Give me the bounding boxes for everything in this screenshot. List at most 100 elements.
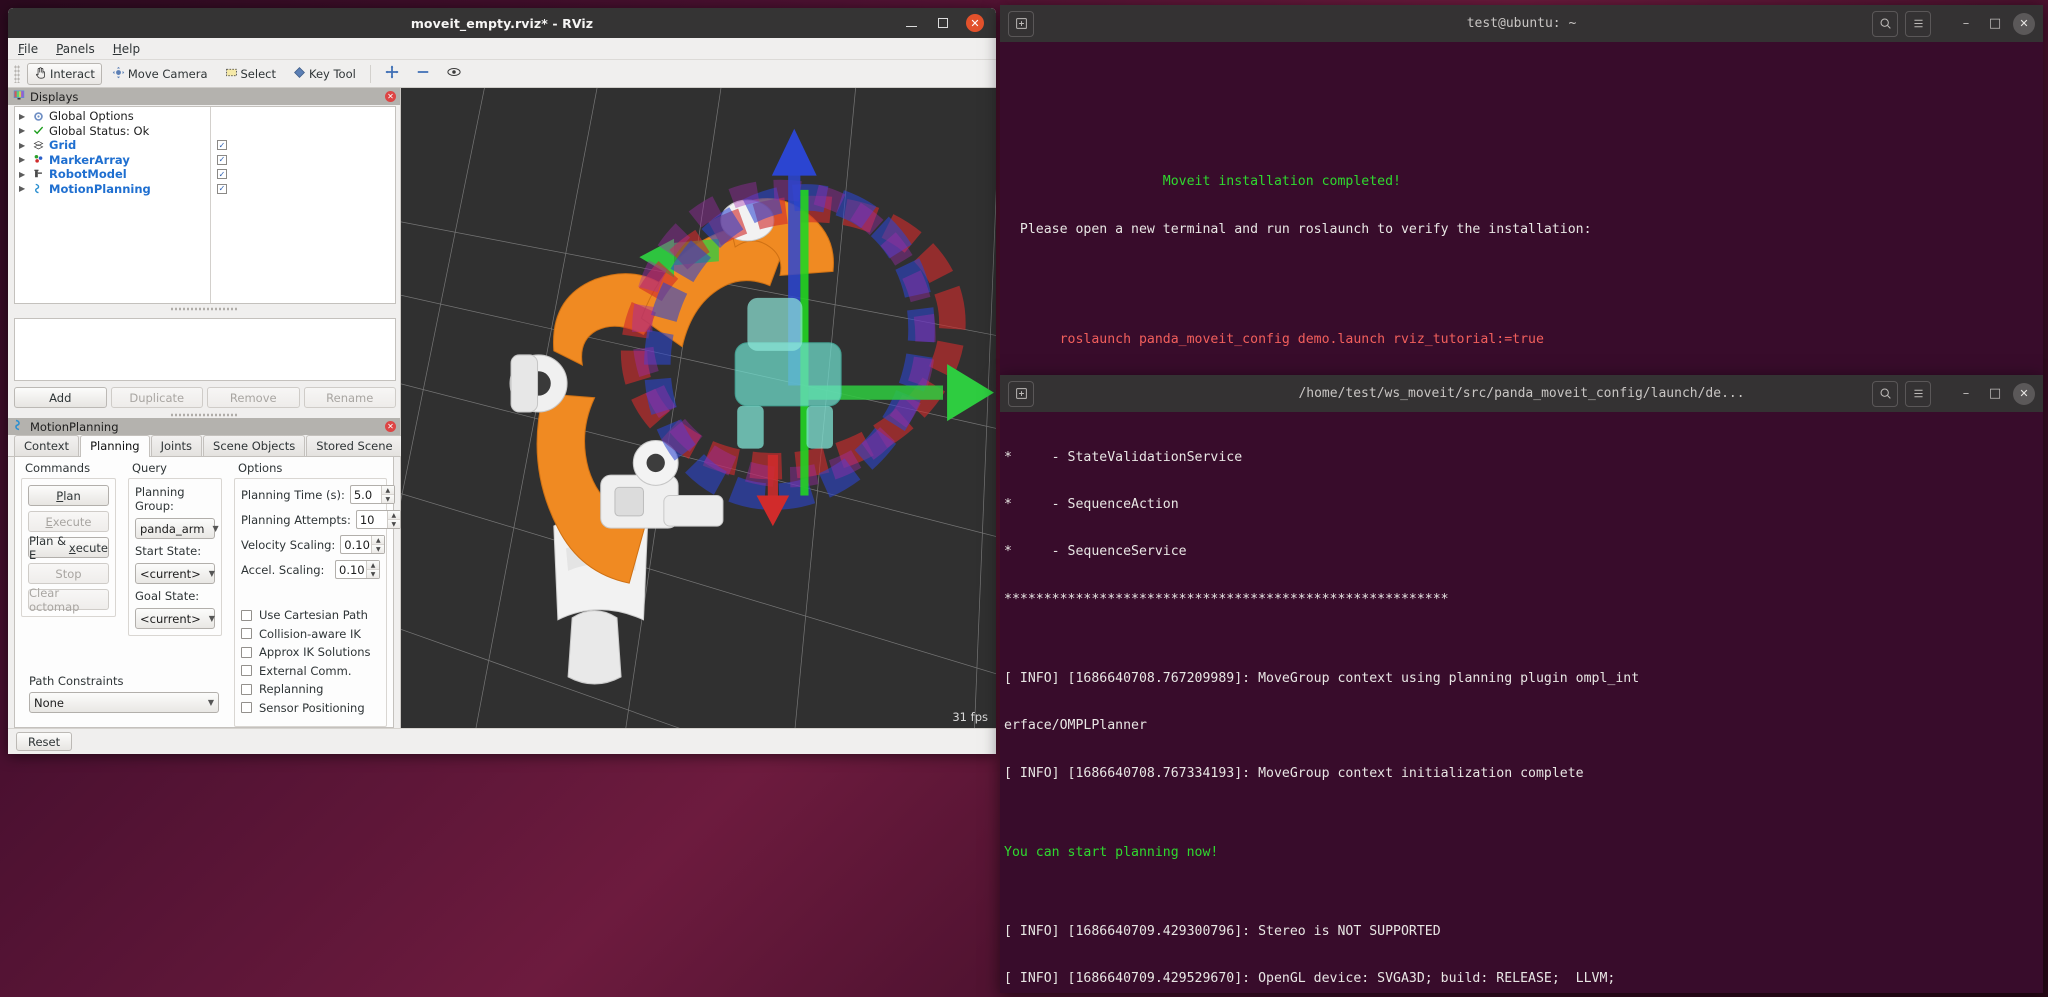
spinner-down-icon[interactable]: ▼: [367, 570, 379, 578]
hamburger-icon[interactable]: [1905, 10, 1931, 37]
planning-time-value[interactable]: 5.0: [351, 486, 381, 503]
expand-triangle-icon[interactable]: ▶: [19, 141, 28, 150]
add-button[interactable]: Add: [14, 387, 107, 408]
clear-octomap-button[interactable]: Clear octomap: [28, 586, 109, 614]
terminal-bottom-maximize-button[interactable]: □: [1984, 383, 2006, 405]
expand-triangle-icon[interactable]: ▶: [19, 170, 28, 179]
external-comm-checkbox[interactable]: [241, 665, 252, 677]
tool-key[interactable]: Key Tool: [286, 63, 363, 85]
terminal-top-output[interactable]: Moveit installation completed! Please op…: [1000, 42, 2043, 377]
tool-measure[interactable]: [409, 62, 437, 85]
menu-panels[interactable]: Panels: [56, 42, 95, 56]
hamburger-icon[interactable]: [1905, 380, 1931, 407]
spinner-down-icon[interactable]: ▼: [381, 495, 394, 503]
tree-item-global-status[interactable]: ▶ Global Status: Ok: [15, 124, 210, 139]
use-cartesian-path-checkbox[interactable]: [241, 609, 252, 621]
tab-context[interactable]: Context: [14, 435, 80, 456]
close-button[interactable]: ✕: [966, 14, 984, 32]
tree-value-row[interactable]: ✓: [211, 182, 395, 197]
accel-scaling-spinner[interactable]: 0.10 ▲ ▼: [335, 560, 380, 579]
tree-value-row[interactable]: ✓: [211, 153, 395, 168]
terminal-bottom-output[interactable]: * - StateValidationService * - SequenceA…: [1000, 412, 2043, 993]
goal-state-select[interactable]: <current> ▼: [135, 608, 215, 629]
rename-button[interactable]: Rename: [303, 387, 396, 408]
spinner-arrows[interactable]: ▲ ▼: [371, 536, 385, 553]
spinner-up-icon[interactable]: ▲: [387, 511, 400, 520]
replanning-checkbox[interactable]: [241, 683, 252, 695]
approx-ik-solutions-row[interactable]: Approx IK Solutions: [241, 643, 380, 662]
displays-splitter[interactable]: [169, 306, 239, 312]
tree-item-motionplanning[interactable]: ▶ MotionPlanning: [15, 182, 210, 197]
new-tab-icon[interactable]: [1008, 380, 1034, 407]
interactive-marker[interactable]: [401, 88, 996, 728]
planning-attempts-spinner[interactable]: 10 ▲ ▼: [355, 510, 401, 529]
tool-select[interactable]: Select: [218, 63, 283, 85]
terminal-top-maximize-button[interactable]: □: [1984, 13, 2006, 35]
start-state-select[interactable]: <current> ▼: [135, 563, 215, 584]
spinner-down-icon[interactable]: ▼: [372, 545, 385, 553]
planning-group-select[interactable]: panda_arm ▼: [135, 518, 219, 539]
tree-value-row[interactable]: ✓: [211, 167, 395, 182]
tab-scene-objects[interactable]: Scene Objects: [203, 435, 306, 456]
3d-viewport[interactable]: ‹ 31 fps: [401, 88, 996, 728]
plan-and-execute-button[interactable]: Plan & Ex ecute: [28, 534, 109, 562]
motionplanning-enabled-checkbox[interactable]: ✓: [217, 183, 227, 194]
terminal-top-close-button[interactable]: ✕: [2013, 12, 2035, 35]
markerarray-enabled-checkbox[interactable]: ✓: [217, 154, 227, 165]
duplicate-button[interactable]: Duplicate: [110, 387, 203, 408]
stop-button[interactable]: Stop: [28, 563, 109, 584]
accel-scaling-value[interactable]: 0.10: [336, 561, 366, 578]
tree-value-row[interactable]: ✓: [211, 138, 395, 153]
approx-ik-solutions-checkbox[interactable]: [241, 646, 252, 658]
tool-move-camera[interactable]: Move Camera: [105, 63, 215, 85]
tree-item-global-options[interactable]: ▶ Global Options: [15, 109, 210, 124]
external-comm-row[interactable]: External Comm.: [241, 662, 380, 681]
plan-button[interactable]: Plan: [28, 485, 109, 506]
velocity-scaling-value[interactable]: 0.10: [341, 536, 371, 553]
toolbar-grip[interactable]: [14, 64, 20, 83]
expand-triangle-icon[interactable]: ▶: [19, 112, 28, 121]
tab-joints[interactable]: Joints: [150, 435, 203, 456]
collision-aware-ik-row[interactable]: Collision-aware IK: [241, 625, 380, 644]
motion-planning-close-icon[interactable]: ✕: [385, 421, 396, 432]
menu-help[interactable]: Help: [113, 42, 140, 56]
maximize-button[interactable]: [934, 14, 952, 32]
tool-interact[interactable]: Interact: [27, 62, 102, 85]
spinner-arrows[interactable]: ▲ ▼: [380, 486, 394, 503]
expand-triangle-icon[interactable]: ▶: [19, 126, 28, 135]
tree-item-grid[interactable]: ▶ Grid: [15, 138, 210, 153]
collision-aware-ik-checkbox[interactable]: [241, 628, 252, 640]
tab-stored-scene[interactable]: Stored Scene: [306, 435, 403, 456]
expand-triangle-icon[interactable]: ▶: [19, 184, 28, 193]
tree-item-robotmodel[interactable]: ▶ RobotModel: [15, 167, 210, 182]
tab-planning[interactable]: Planning: [80, 435, 150, 457]
reset-button[interactable]: Reset: [16, 732, 73, 751]
spinner-up-icon[interactable]: ▲: [372, 536, 385, 545]
tool-publish-point[interactable]: [440, 62, 468, 85]
remove-button[interactable]: Remove: [207, 387, 300, 408]
robotmodel-enabled-checkbox[interactable]: ✓: [217, 169, 227, 180]
sensor-positioning-checkbox[interactable]: [241, 702, 252, 714]
minimize-button[interactable]: [902, 14, 920, 32]
terminal-bottom-close-button[interactable]: ✕: [2013, 382, 2035, 405]
sensor-positioning-row[interactable]: Sensor Positioning: [241, 699, 380, 718]
velocity-scaling-spinner[interactable]: 0.10 ▲ ▼: [340, 535, 386, 554]
spinner-arrows[interactable]: ▲ ▼: [366, 561, 379, 578]
search-icon[interactable]: [1872, 10, 1898, 37]
spinner-up-icon[interactable]: ▲: [381, 486, 394, 495]
display-properties-area[interactable]: [14, 318, 396, 381]
terminal-top-minimize-button[interactable]: –: [1955, 13, 1977, 35]
tree-item-markerarray[interactable]: ▶ MarkerArray: [15, 153, 210, 168]
use-cartesian-path-row[interactable]: Use Cartesian Path: [241, 606, 380, 625]
search-icon[interactable]: [1872, 380, 1898, 407]
grid-enabled-checkbox[interactable]: ✓: [217, 140, 227, 151]
spinner-up-icon[interactable]: ▲: [367, 561, 379, 570]
displays-panel-close-icon[interactable]: ✕: [385, 91, 396, 102]
displays-tree[interactable]: ▶ Global Options ▶ Global Status: Ok ▶ G…: [14, 106, 396, 304]
tool-focus-camera[interactable]: [378, 62, 406, 85]
execute-button[interactable]: Execute: [28, 511, 109, 532]
terminal-bottom-minimize-button[interactable]: –: [1955, 383, 1977, 405]
expand-triangle-icon[interactable]: ▶: [19, 155, 28, 164]
spinner-down-icon[interactable]: ▼: [387, 520, 400, 528]
planning-attempts-value[interactable]: 10: [357, 511, 387, 528]
